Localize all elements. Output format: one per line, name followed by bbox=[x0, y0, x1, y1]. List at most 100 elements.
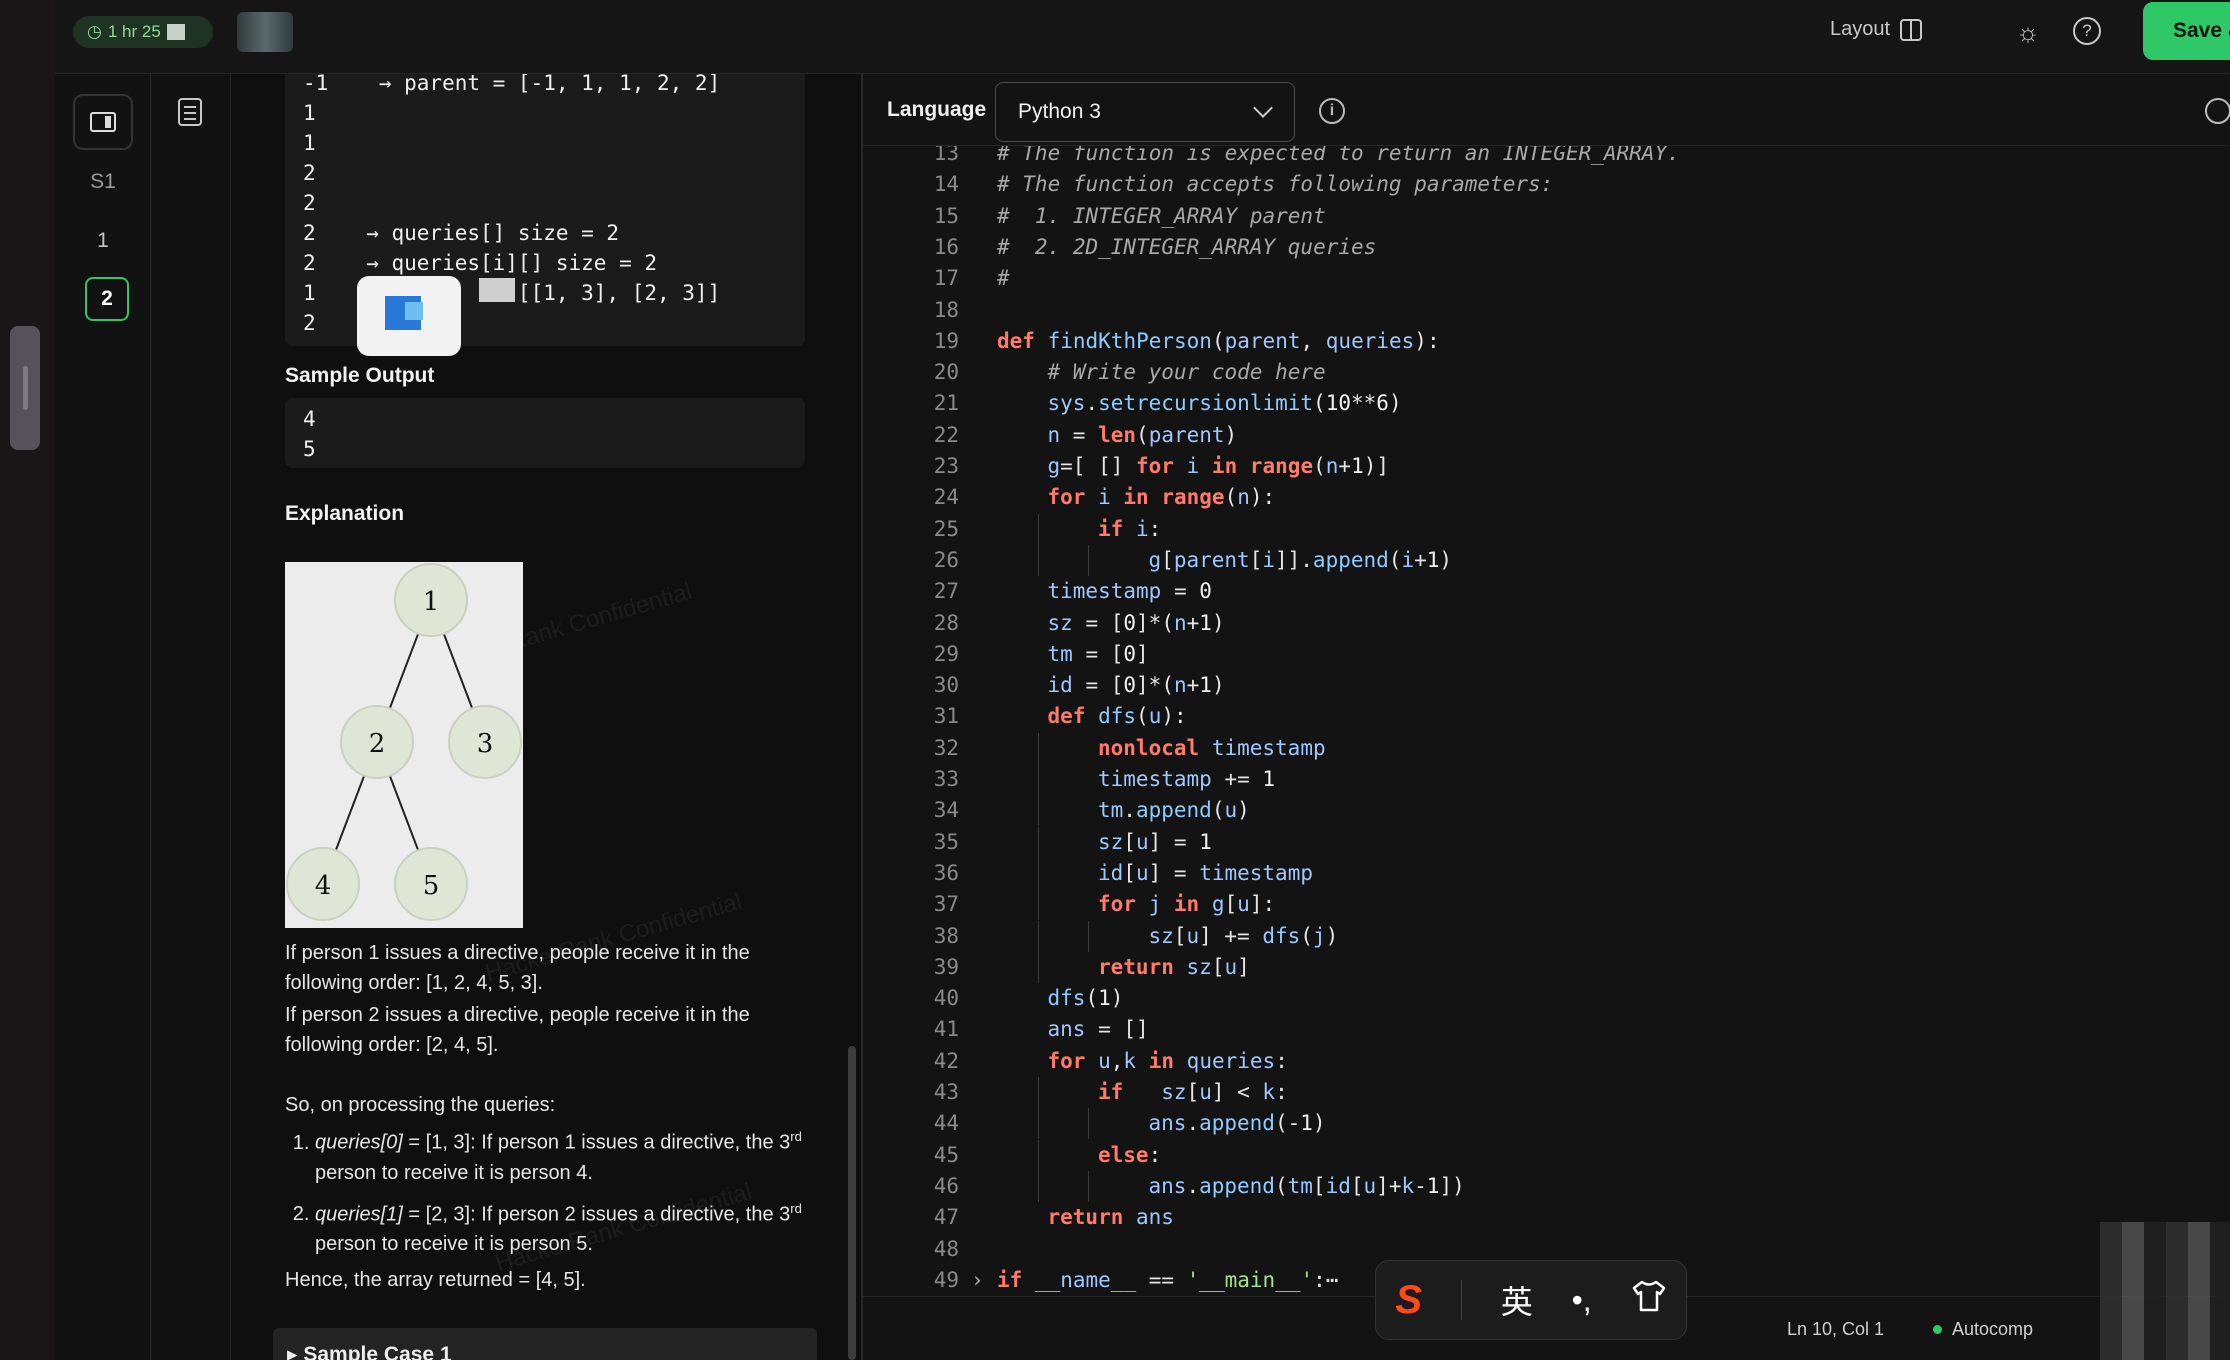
code-line[interactable]: 43 if sz[u] < k: bbox=[863, 1077, 2230, 1108]
code-line[interactable]: 25 if i: bbox=[863, 513, 2230, 545]
code-line[interactable]: 16 # 2. 2D_INTEGER_ARRAY queries bbox=[863, 232, 2230, 263]
line-number: 23 bbox=[933, 454, 959, 478]
code-line[interactable]: 14 # The function accepts following param… bbox=[863, 169, 2230, 200]
code-text: if sz[u] < k: bbox=[1098, 1080, 1288, 1104]
code-line[interactable]: 19 def findKthPerson(parent, queries): bbox=[863, 326, 2230, 357]
tree-node: 5 bbox=[394, 847, 468, 921]
chevron-down-icon bbox=[1253, 98, 1273, 118]
code-line[interactable]: 38 sz[u] += dfs(j) bbox=[863, 920, 2230, 952]
code-line[interactable]: 35 sz[u] = 1 bbox=[863, 826, 2230, 858]
code-line[interactable]: 39 return sz[u] bbox=[863, 951, 2230, 983]
code-line[interactable]: 22 n = len(parent) bbox=[863, 420, 2230, 451]
code-line[interactable]: 46 ans.append(tm[id[u]+k-1]) bbox=[863, 1170, 2230, 1202]
svg-text:2: 2 bbox=[369, 729, 386, 759]
line-number: 49 bbox=[933, 1267, 959, 1292]
ime-logo[interactable]: S bbox=[1395, 1278, 1422, 1323]
code-line[interactable]: 17 # bbox=[863, 263, 2230, 294]
line-number: 32 bbox=[933, 735, 959, 760]
line-number: 22 bbox=[933, 422, 959, 447]
line-number: 48 bbox=[933, 1236, 959, 1261]
code-line[interactable]: 41 ans = [] bbox=[863, 1014, 2230, 1045]
help-icon[interactable]: ? bbox=[2073, 17, 2101, 45]
code-line[interactable]: 30 id = [0]*(n+1) bbox=[863, 670, 2230, 701]
rail-item-1[interactable]: 1 bbox=[55, 229, 151, 253]
language-label: Language bbox=[887, 98, 987, 121]
rail-item-2[interactable]: 2 bbox=[85, 277, 129, 321]
history-icon[interactable] bbox=[2205, 98, 2230, 124]
status-dot bbox=[1933, 1325, 1942, 1334]
code-line[interactable]: 40 dfs(1) bbox=[863, 983, 2230, 1014]
resize-grip[interactable] bbox=[10, 326, 40, 450]
line-number: 19 bbox=[933, 328, 959, 353]
code-line[interactable]: 33 timestamp += 1 bbox=[863, 764, 2230, 795]
code-line[interactable]: 29 tm = [0] bbox=[863, 639, 2230, 670]
language-value: Python 3 bbox=[1018, 100, 1101, 123]
divider bbox=[1460, 1280, 1462, 1320]
tree-node: 3 bbox=[448, 705, 522, 779]
code-line[interactable]: 28 sz = [0]*(n+1) bbox=[863, 608, 2230, 639]
code-text: g[parent[i]].append(i+1) bbox=[1148, 547, 1453, 572]
collapse-panel-button[interactable] bbox=[73, 94, 133, 150]
window-edge bbox=[0, 0, 55, 1360]
code-line[interactable]: 32 nonlocal timestamp bbox=[863, 732, 2230, 764]
sample-case-toggle[interactable]: ▸ Sample Case 1 bbox=[273, 1328, 817, 1360]
line-number: 45 bbox=[933, 1142, 959, 1167]
code-text: ans = [] bbox=[1047, 1017, 1149, 1042]
rail-item-s1[interactable]: S1 bbox=[55, 170, 151, 194]
code-text: return ans bbox=[1047, 1205, 1174, 1230]
code-line[interactable]: 13 # The function is expected to return a… bbox=[863, 146, 2230, 169]
redacted-block bbox=[166, 24, 185, 40]
code-area[interactable]: 13 # The function is expected to return a… bbox=[863, 146, 2230, 1336]
code-text: else: bbox=[1098, 1142, 1162, 1167]
shirt-icon[interactable] bbox=[1631, 1279, 1667, 1321]
question-rail: S1 1 2 bbox=[55, 74, 151, 1360]
code-line[interactable]: 24 for i in range(n): bbox=[863, 482, 2230, 513]
code-line[interactable]: 23 g=[ [] for i in range(n+1)] bbox=[863, 451, 2230, 482]
document-icon[interactable] bbox=[178, 98, 202, 126]
svg-text:5: 5 bbox=[423, 871, 440, 901]
line-number: 25 bbox=[933, 516, 959, 541]
code-line[interactable]: 31 def dfs(u): bbox=[863, 701, 2230, 732]
line-number: 33 bbox=[933, 767, 959, 791]
ime-mode-toggle[interactable]: 英 bbox=[1501, 1277, 1533, 1323]
code-line[interactable]: 34 tm.append(u) bbox=[863, 795, 2230, 827]
code-line[interactable]: 15 # 1. INTEGER_ARRAY parent bbox=[863, 201, 2230, 232]
indent-guide bbox=[1037, 764, 1039, 795]
code-line[interactable]: 36 id[u] = timestamp bbox=[863, 857, 2230, 889]
line-number: 18 bbox=[933, 297, 959, 322]
code-line[interactable]: 47 return ans bbox=[863, 1202, 2230, 1233]
theme-toggle-sun-icon[interactable]: ☼ bbox=[2012, 16, 2044, 48]
code-line[interactable]: 37 for j in g[u]: bbox=[863, 889, 2230, 921]
code-line[interactable]: 42 for u,k in queries: bbox=[863, 1046, 2230, 1077]
code-line[interactable]: 45 else: bbox=[863, 1139, 2230, 1171]
code-line[interactable]: 27 timestamp = 0 bbox=[863, 576, 2230, 607]
code-line[interactable]: 20 # Write your code here bbox=[863, 357, 2230, 388]
line-number: 39 bbox=[933, 954, 959, 979]
code-text: dfs(1) bbox=[1047, 986, 1124, 1011]
code-text: g=[ [] for i in range(n+1)] bbox=[1047, 454, 1390, 478]
save-and-proceed-button[interactable]: Save & Proc bbox=[2143, 2, 2230, 60]
problem-scrollbar[interactable] bbox=[848, 1046, 856, 1360]
line-number: 44 bbox=[933, 1111, 959, 1136]
tree-node: 4 bbox=[286, 847, 360, 921]
fold-chevron-icon[interactable]: › bbox=[971, 1265, 984, 1296]
indent-guide bbox=[1037, 513, 1039, 545]
line-number: 31 bbox=[933, 704, 959, 729]
autocomplete-status[interactable]: Autocomp bbox=[1933, 1319, 2033, 1340]
ime-punctuation-toggle[interactable]: •, bbox=[1572, 1282, 1592, 1319]
code-text: sys.setrecursionlimit(10**6) bbox=[1047, 391, 1402, 416]
code-line[interactable]: 18 bbox=[863, 295, 2230, 326]
code-line[interactable]: 44 ans.append(-1) bbox=[863, 1108, 2230, 1140]
layout-button[interactable]: Layout bbox=[1830, 18, 1923, 41]
indent-guide bbox=[1037, 1108, 1039, 1140]
input-line: 2 → queries[i][] size = 2 bbox=[303, 251, 658, 275]
info-icon[interactable]: i bbox=[1319, 98, 1345, 124]
language-select[interactable]: Python 3 bbox=[995, 82, 1295, 142]
timer-badge: ◷ 1 hr 25 bbox=[73, 16, 213, 48]
code-text: tm.append(u) bbox=[1098, 798, 1250, 823]
explanation-para: So, on processing the queries: bbox=[285, 1094, 556, 1116]
code-line[interactable]: 26 g[parent[i]].append(i+1) bbox=[863, 544, 2230, 576]
line-number: 34 bbox=[933, 798, 959, 823]
input-line: 2 bbox=[303, 161, 316, 185]
code-line[interactable]: 21 sys.setrecursionlimit(10**6) bbox=[863, 388, 2230, 419]
